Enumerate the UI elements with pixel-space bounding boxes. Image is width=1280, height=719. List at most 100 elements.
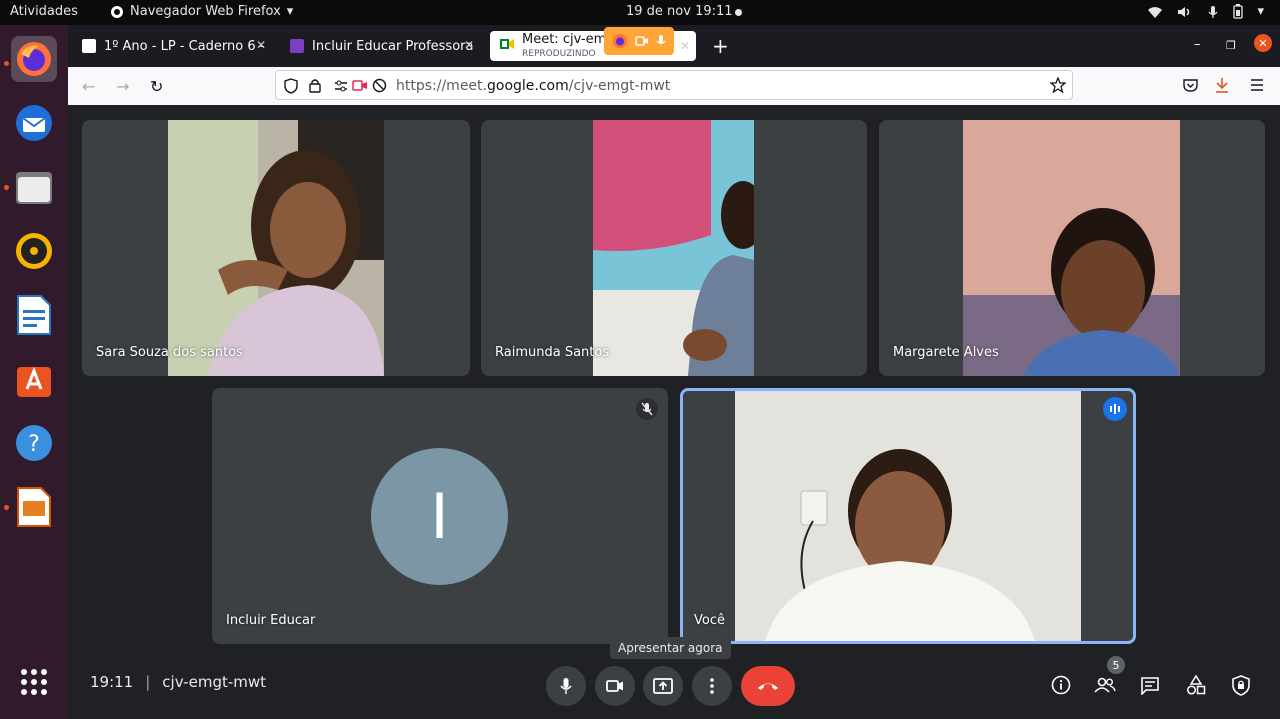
participant-name: Você (694, 613, 725, 628)
people-button[interactable] (1091, 671, 1119, 699)
browser-window: 1º Ano - LP - Caderno 6 - ✕ Incluir Educ… (68, 25, 1280, 105)
participant-video (963, 120, 1180, 376)
back-button[interactable]: ← (82, 77, 95, 96)
meeting-details-button[interactable] (1047, 671, 1075, 699)
dock-rhythmbox[interactable] (11, 228, 57, 274)
close-window-button[interactable]: ✕ (1254, 34, 1272, 52)
microphone-button[interactable] (546, 666, 586, 706)
chevron-down-icon: ▾ (1257, 4, 1264, 19)
participant-name: Raimunda Santos (495, 345, 610, 360)
volume-icon (1178, 6, 1190, 17)
meeting-details: 19:11 | cjv-emgt-mwt (90, 673, 266, 691)
hamburger-menu-icon[interactable] (1250, 79, 1264, 91)
restore-button[interactable]: ❐ (1226, 39, 1236, 52)
participant-name: Margarete Alves (893, 345, 999, 360)
autoplay-blocked-icon[interactable] (372, 78, 387, 93)
close-icon[interactable]: ✕ (464, 38, 474, 52)
rhythmbox-icon (16, 233, 52, 269)
url-domain: google.com (487, 78, 569, 94)
participant-tile[interactable]: Raimunda Santos (481, 120, 867, 376)
dock-writer[interactable] (11, 292, 57, 338)
meeting-code: cjv-emgt-mwt (162, 673, 267, 691)
meeting-time: 19:11 (90, 673, 134, 691)
tab-bar: 1º Ano - LP - Caderno 6 - ✕ Incluir Educ… (68, 25, 1280, 67)
tab-label: 1º Ano - LP - Caderno 6 - (104, 38, 265, 54)
microphone-icon (656, 35, 666, 45)
download-icon[interactable] (1215, 77, 1229, 93)
running-indicator (4, 185, 9, 190)
classroom-favicon-icon (290, 39, 304, 53)
system-tray[interactable]: ▾ (1147, 4, 1264, 19)
url-bar[interactable]: https://meet.google.com/cjv-emgt-mwt (275, 70, 1073, 100)
url-text[interactable]: https://meet.google.com/cjv-emgt-mwt (396, 78, 670, 94)
present-button[interactable] (643, 666, 683, 706)
system-top-bar: Atividades Navegador Web Firefox ▾ 19 de… (0, 0, 1280, 25)
meet-page: Sara Souza dos santos Raimunda Santos Ma… (68, 105, 1280, 719)
present-screen-icon (653, 678, 673, 694)
minimize-button[interactable]: – (1194, 37, 1201, 52)
activities-button[interactable] (1182, 671, 1210, 699)
app-grid-icon (21, 669, 47, 695)
meet-favicon-icon (500, 39, 514, 49)
firefox-icon (17, 42, 51, 76)
dock-help[interactable]: ? (11, 420, 57, 466)
help-icon: ? (16, 425, 52, 461)
shapes-icon (1186, 675, 1206, 695)
more-options-button[interactable] (692, 666, 732, 706)
lock-icon[interactable] (309, 78, 321, 93)
speaking-indicator-icon (1103, 397, 1127, 421)
sharing-indicator[interactable] (604, 27, 674, 55)
close-icon[interactable]: ✕ (256, 38, 266, 52)
tab-incluir-educar[interactable]: Incluir Educar Professora ✕ (280, 31, 480, 61)
writer-icon (17, 295, 51, 335)
files-icon (16, 172, 52, 204)
dock: ? (0, 25, 68, 719)
camera-button[interactable] (595, 666, 635, 706)
camera-icon (635, 36, 648, 46)
battery-icon (1233, 4, 1244, 19)
nav-toolbar: ← → ↻ https://meet.google.com/cjv-emgt-m… (68, 67, 1280, 105)
app-menu-label: Navegador Web Firefox (130, 4, 281, 19)
participant-tile[interactable]: Margarete Alves (879, 120, 1265, 376)
participant-tile[interactable]: Sara Souza dos santos (82, 120, 470, 376)
tab-caderno[interactable]: 1º Ano - LP - Caderno 6 - ✕ (72, 31, 272, 61)
forward-button[interactable]: → (116, 77, 129, 96)
tab-label: Incluir Educar Professora (312, 38, 474, 54)
dock-software[interactable] (11, 356, 57, 402)
camera-sharing-icon[interactable] (352, 79, 368, 92)
url-path: /cjv-emgt-mwt (568, 78, 671, 94)
camera-icon (606, 680, 623, 692)
notification-dot (735, 9, 742, 16)
thunderbird-icon (16, 105, 52, 141)
participant-tile[interactable]: I Incluir Educar (212, 388, 668, 644)
chat-button[interactable] (1136, 671, 1164, 699)
shield-icon[interactable] (284, 78, 298, 94)
pocket-icon[interactable] (1183, 78, 1198, 92)
participant-tile-self[interactable]: Você (680, 388, 1136, 644)
reload-button[interactable]: ↻ (150, 77, 163, 96)
new-tab-button[interactable]: + (712, 34, 729, 58)
muted-mic-icon (636, 398, 658, 420)
avatar-initial: I (430, 480, 449, 553)
activities-button[interactable]: Atividades (10, 4, 78, 19)
dock-thunderbird[interactable] (11, 100, 57, 146)
permissions-icon[interactable] (334, 80, 348, 92)
chevron-down-icon: ▾ (286, 4, 294, 19)
dock-files[interactable] (11, 164, 57, 210)
microphone-icon (560, 678, 572, 694)
more-vert-icon (710, 678, 714, 694)
dock-firefox[interactable] (11, 36, 57, 82)
app-menu[interactable]: Navegador Web Firefox ▾ (110, 4, 293, 19)
participant-video (593, 120, 754, 376)
dock-app-grid[interactable] (11, 659, 57, 705)
close-icon[interactable]: ✕ (680, 39, 690, 53)
host-controls-button[interactable] (1227, 671, 1255, 699)
microphone-icon (1208, 5, 1218, 18)
bookmark-star-icon[interactable] (1050, 77, 1066, 93)
clock[interactable]: 19 de nov 19:11 (626, 4, 733, 19)
impress-icon (17, 487, 51, 527)
url-prefix: https://meet. (396, 78, 487, 94)
dock-impress[interactable] (11, 484, 57, 530)
participant-video (168, 120, 384, 376)
leave-call-button[interactable] (741, 666, 795, 706)
